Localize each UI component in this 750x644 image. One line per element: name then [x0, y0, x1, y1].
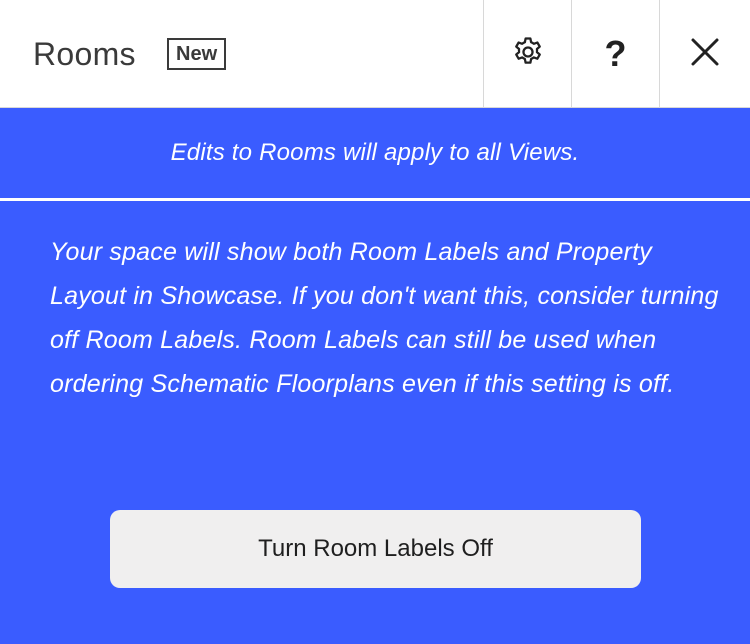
new-badge: New [167, 38, 227, 70]
close-icon [690, 37, 720, 72]
panel-title: Rooms [33, 36, 136, 72]
help-icon: ? [604, 33, 627, 74]
settings-button[interactable] [483, 0, 571, 108]
help-button[interactable]: ? [571, 0, 659, 108]
rooms-panel: Rooms New ? Edits to Rooms will apply to… [0, 0, 750, 644]
panel-header: Rooms New ? [0, 0, 750, 108]
views-notice: Edits to Rooms will apply to all Views. [0, 108, 750, 201]
views-notice-text: Edits to Rooms will apply to all Views. [170, 139, 580, 166]
turn-room-labels-off-button[interactable]: Turn Room Labels Off [110, 510, 641, 588]
close-button[interactable] [659, 0, 750, 108]
gear-icon [511, 35, 545, 74]
room-labels-message: Your space will show both Room Labels an… [50, 238, 719, 398]
